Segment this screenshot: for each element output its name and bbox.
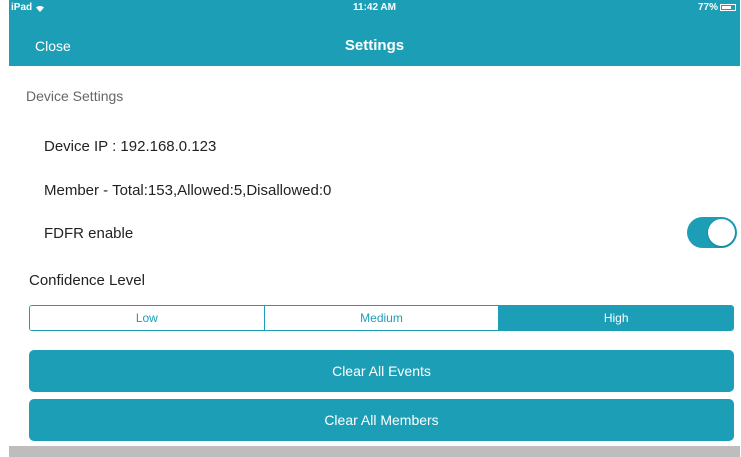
settings-screen: iPad 11:42 AM 77% Close Settings Device … bbox=[9, 0, 740, 457]
battery-icon bbox=[720, 4, 736, 11]
battery-indicator: 77% bbox=[698, 2, 736, 13]
page-title: Settings bbox=[344, 37, 405, 54]
device-ip-text: Device IP : 192.168.0.123 bbox=[44, 138, 217, 155]
fdfr-toggle[interactable] bbox=[687, 217, 737, 248]
bottom-divider bbox=[9, 446, 740, 457]
confidence-label: Confidence Level bbox=[29, 272, 145, 289]
member-summary-text: Member - Total:153,Allowed:5,Disallowed:… bbox=[44, 182, 332, 199]
clear-all-events-button[interactable]: Clear All Events bbox=[29, 350, 734, 392]
battery-percent: 77% bbox=[697, 2, 718, 13]
clear-all-members-button[interactable]: Clear All Members bbox=[29, 399, 734, 441]
section-title: Device Settings bbox=[26, 88, 124, 104]
confidence-option-low[interactable]: Low bbox=[30, 306, 264, 330]
battery-fill bbox=[722, 6, 732, 9]
confidence-option-medium[interactable]: Medium bbox=[263, 306, 499, 330]
toggle-knob bbox=[708, 219, 735, 246]
confidence-option-high[interactable]: High bbox=[498, 306, 733, 330]
fdfr-label: FDFR enable bbox=[44, 225, 134, 242]
status-time: 11:42 AM bbox=[353, 2, 396, 13]
status-bar: iPad 11:42 AM 77% bbox=[9, 0, 740, 16]
confidence-segmented-control: Low Medium High bbox=[29, 305, 734, 331]
navigation-bar: Close Settings bbox=[9, 16, 740, 66]
header: iPad 11:42 AM 77% Close Settings bbox=[9, 0, 740, 66]
